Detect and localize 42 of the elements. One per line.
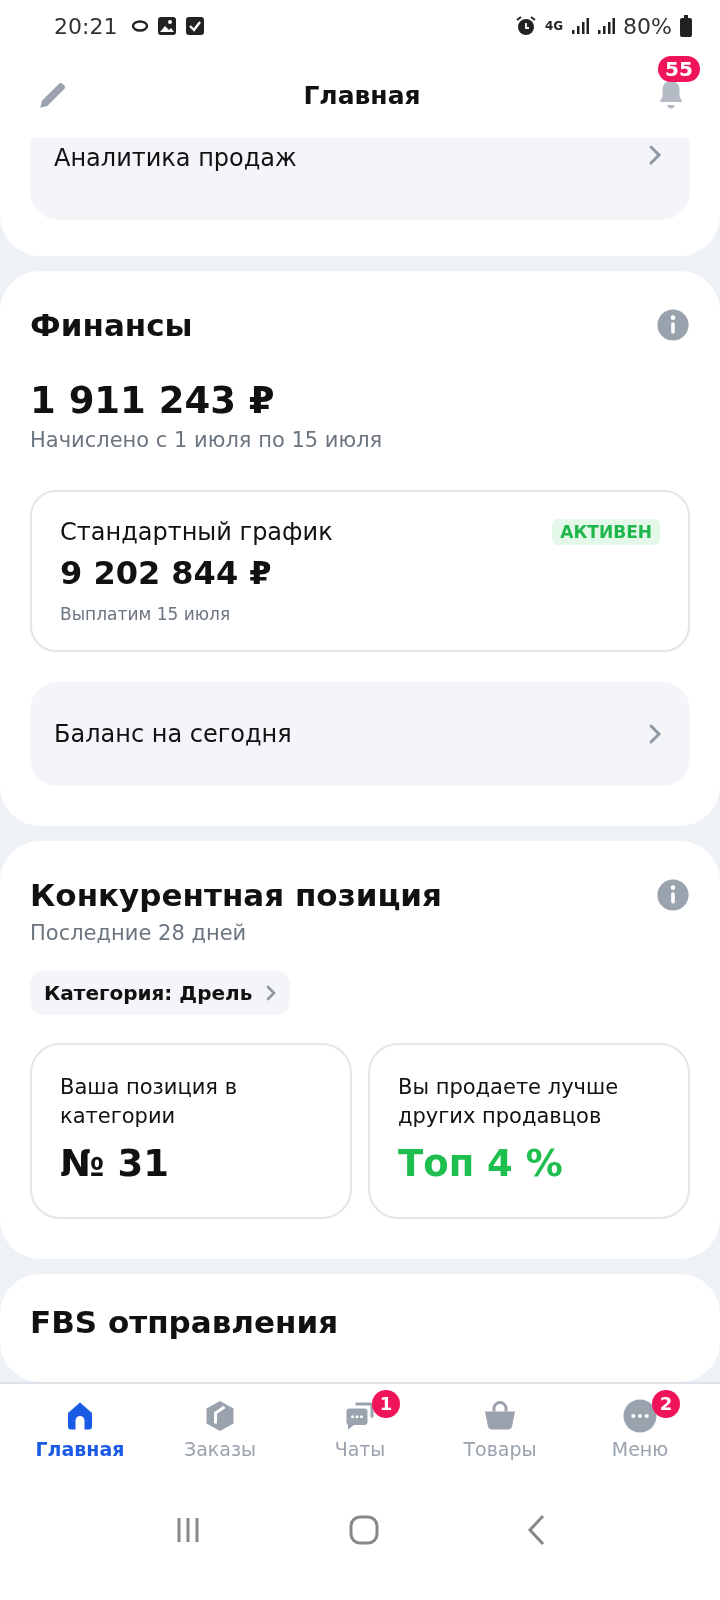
battery-icon: [680, 15, 692, 37]
section-title: Конкурентная позиция: [30, 877, 442, 913]
chevron-right-icon: [266, 985, 277, 1001]
network-type: 4G: [544, 19, 564, 33]
section-title: FBS отправления: [30, 1303, 340, 1340]
count-badge: 1: [372, 1390, 400, 1418]
status-tag: АКТИВЕН: [552, 519, 660, 545]
category-chip[interactable]: Категория: Дрель: [30, 971, 291, 1015]
balance-link[interactable]: Баланс на сегодня: [30, 682, 690, 786]
payout-date: Выплатим 15 июля: [60, 604, 232, 624]
payout-amount: 9 202 844 ₽: [60, 554, 273, 592]
image-icon: [157, 16, 178, 36]
stat-label: Ваша позиция в категории: [60, 1074, 239, 1131]
signal-icon: [597, 17, 616, 35]
ring-icon: [131, 20, 150, 32]
nav-tab[interactable]: 2 Меню: [575, 1384, 705, 1480]
info-icon[interactable]: [656, 308, 690, 342]
battery-level: 80%: [623, 13, 672, 39]
chevron-right-icon: [648, 723, 662, 745]
nav-tab[interactable]: Главная: [15, 1384, 145, 1480]
total-amount: 1 911 243 ₽: [30, 379, 276, 422]
stat-label: Вы продаете лучше других продавцов: [398, 1074, 620, 1131]
nav-tab[interactable]: 1 Чаты: [295, 1384, 425, 1480]
signal-icon: [571, 17, 590, 35]
accrual-period: Начислено с 1 июля по 15 июля: [30, 428, 384, 452]
info-icon[interactable]: [656, 878, 690, 912]
page-title: Главная: [303, 80, 421, 110]
stat-value: Топ 4 %: [398, 1141, 564, 1185]
sales-analytics-link[interactable]: Аналитика продаж: [30, 138, 690, 220]
status-time: 20:21: [54, 13, 118, 39]
count-badge: 2: [652, 1390, 680, 1418]
checkbox-icon: [185, 16, 206, 36]
schedule-card[interactable]: Стандартный график АКТИВЕН 9 202 844 ₽ Выплатим 15 июля: [30, 490, 690, 652]
alarm-icon: [514, 15, 537, 37]
section-title: Финансы: [30, 307, 193, 343]
period-label: Последние 28 дней: [30, 921, 248, 945]
schedule-title: Стандартный график: [60, 518, 333, 546]
chevron-right-icon: [648, 144, 662, 166]
more-icon: [622, 1398, 658, 1434]
stat-value: № 31: [60, 1141, 170, 1185]
notification-badge: 55: [658, 56, 700, 82]
home-button-icon[interactable]: [348, 1514, 380, 1546]
